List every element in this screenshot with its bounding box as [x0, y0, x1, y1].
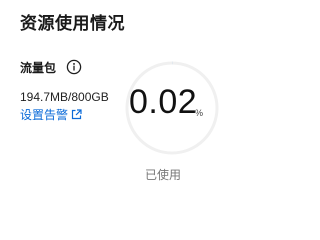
usage-percent-unit: % [195, 108, 204, 118]
traffic-package-header: 流量包 [20, 59, 82, 75]
usage-percent-value: 0.02 [129, 83, 198, 121]
resource-usage-card: 资源使用情况 流量包 194.7MB/800GB 设置告警 0.02 % 已使用 [0, 0, 276, 213]
traffic-package-label: 流量包 [20, 60, 57, 75]
external-link-icon[interactable] [71, 109, 82, 120]
set-alarm-link[interactable]: 设置告警 [20, 106, 82, 123]
set-alarm-link-label[interactable]: 设置告警 [20, 106, 68, 123]
info-circle-icon[interactable] [66, 59, 82, 75]
used-label: 已使用 [145, 168, 182, 182]
section-title: 资源使用情况 [20, 14, 125, 34]
traffic-usage-value: 194.7MB/800GB [20, 90, 109, 104]
